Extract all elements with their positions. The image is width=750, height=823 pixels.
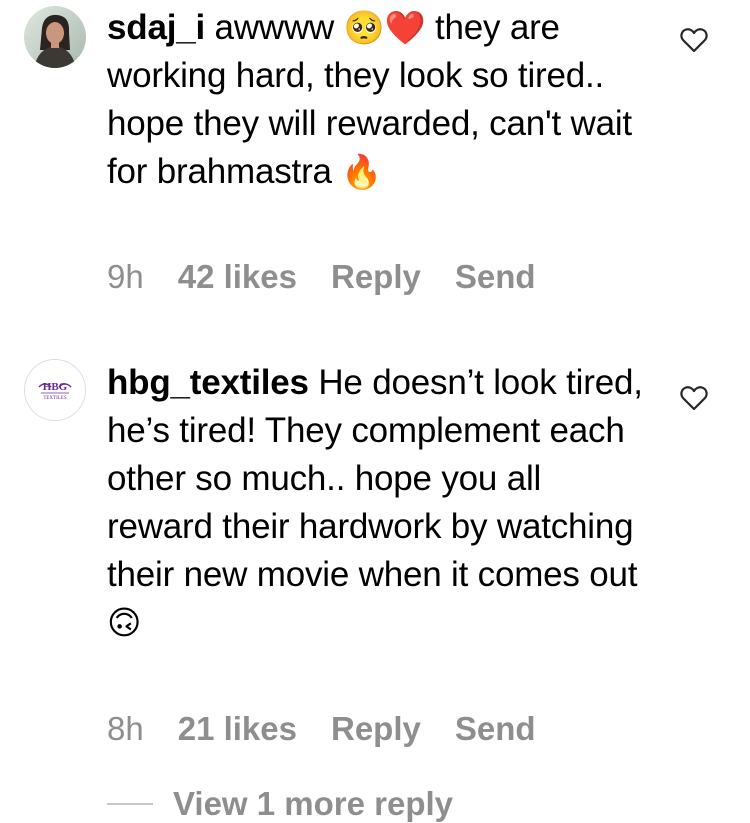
- comment-text: sdaj_i awwww 🥺❤️ they are working hard, …: [107, 4, 647, 196]
- comment-time: 9h: [107, 258, 144, 295]
- likes-count[interactable]: 21 likes: [178, 710, 297, 748]
- logo-text: HBG: [43, 381, 68, 393]
- comment-meta: 8h 21 likes Reply Send: [107, 710, 536, 748]
- pleading-heart-emoji: 🥺❤️: [343, 9, 426, 46]
- user-photo-avatar-icon: [24, 6, 86, 68]
- comments-thread: sdaj_i awwww 🥺❤️ they are working hard, …: [0, 0, 750, 823]
- logo-subtext: TEXTILES: [43, 396, 67, 401]
- comment-text: hbg_textiles He doesn’t look tired, he’s…: [107, 359, 647, 647]
- send-button[interactable]: Send: [455, 710, 536, 748]
- heart-outline-icon[interactable]: [680, 27, 708, 53]
- view-more-replies-label[interactable]: View 1 more reply: [173, 785, 453, 823]
- comment-time: 8h: [107, 710, 144, 747]
- avatar[interactable]: [24, 6, 86, 68]
- divider-line: [107, 803, 153, 805]
- upside-down-face-emoji: 🙃: [107, 604, 142, 641]
- comment-meta: 9h 42 likes Reply Send: [107, 258, 536, 296]
- heart-outline-icon[interactable]: [680, 385, 708, 411]
- comment-text-part: awwww: [205, 8, 344, 47]
- comment-username[interactable]: sdaj_i: [107, 8, 205, 47]
- view-more-replies-button[interactable]: View 1 more reply: [107, 785, 453, 823]
- likes-count[interactable]: 42 likes: [178, 258, 297, 296]
- reply-button[interactable]: Reply: [331, 258, 421, 296]
- brand-logo-icon: HBG TEXTILES: [25, 360, 85, 420]
- avatar[interactable]: HBG TEXTILES: [24, 359, 86, 421]
- reply-button[interactable]: Reply: [331, 710, 421, 748]
- comment-username[interactable]: hbg_textiles: [107, 363, 309, 402]
- send-button[interactable]: Send: [455, 258, 536, 296]
- fire-emoji: 🔥: [341, 153, 383, 190]
